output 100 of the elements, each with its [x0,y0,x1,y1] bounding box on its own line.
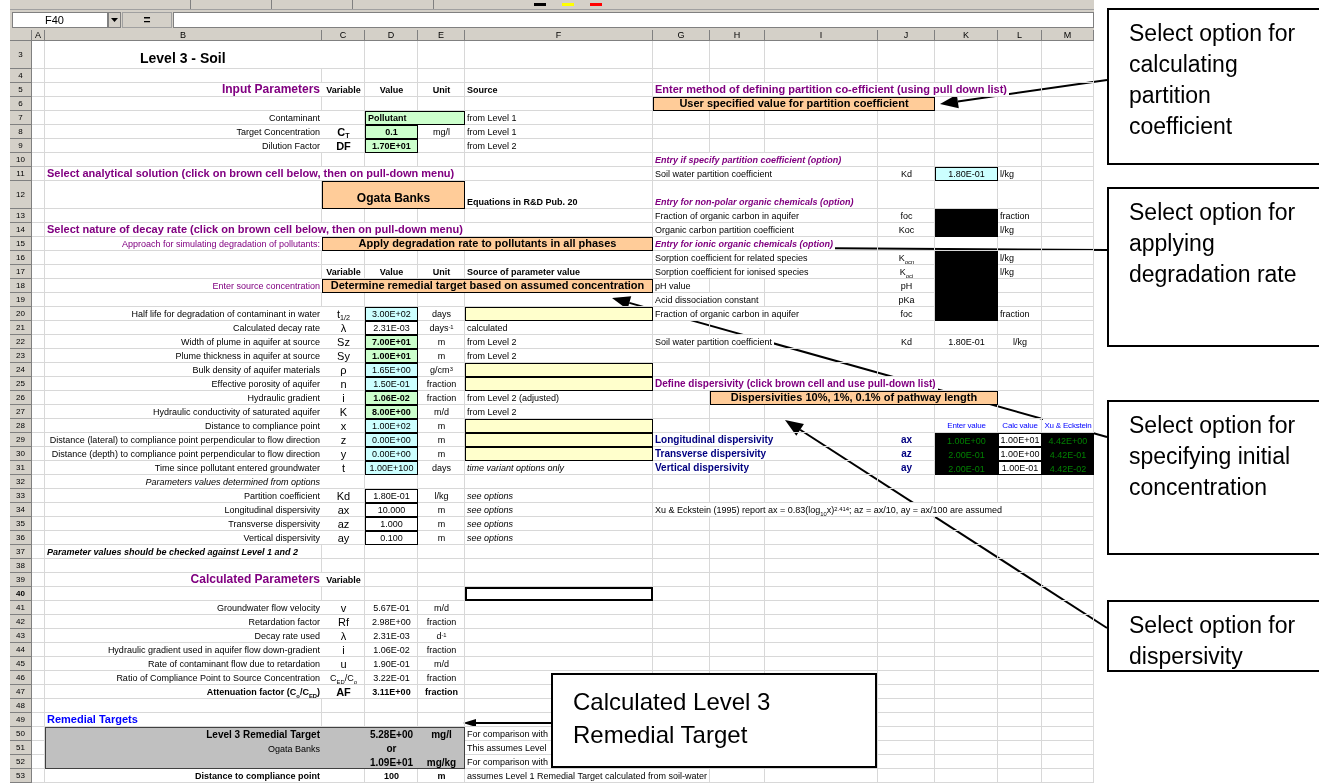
input-cell[interactable]: 1.00E+100 [365,461,418,475]
table-cell: from Level 1 [465,111,519,124]
target-value: or [385,742,398,755]
column-header[interactable]: J [878,30,935,41]
row-header[interactable]: 9 [10,139,32,153]
formula-field[interactable] [173,12,1094,28]
input-cell[interactable]: 1.00E+02 [365,419,418,433]
row-header[interactable]: 31 [10,461,32,475]
table-cell: C$_{ED}$/C$_{o}$ [328,671,359,684]
input-cell[interactable]: 1.50E-01 [365,377,418,391]
row-header[interactable]: 40 [10,587,32,601]
row-header[interactable]: 50 [10,727,32,741]
row-header[interactable]: 12 [10,181,32,209]
row-header[interactable]: 23 [10,349,32,363]
row-header[interactable]: 36 [10,531,32,545]
line-color-icon[interactable] [534,3,546,6]
row-header[interactable]: 52 [10,755,32,769]
variable-symbol: t$_{1/2}$ [335,307,352,320]
dropdown-cell[interactable]: User specified value for partition coefficient [653,97,935,111]
row-header[interactable]: 39 [10,573,32,587]
parameter-label: Hydraulic gradient [245,391,322,404]
row-header[interactable]: 25 [10,377,32,391]
fill-color-icon[interactable] [562,3,574,6]
parameter-label: Vertical dispersivity [653,461,751,474]
row-header[interactable]: 35 [10,517,32,531]
row-header[interactable]: 49 [10,713,32,727]
row-header[interactable]: 8 [10,125,32,139]
row-header[interactable]: 7 [10,111,32,125]
input-cell[interactable]: 0.00E+00 [365,433,418,447]
row-header[interactable]: 20 [10,307,32,321]
row-header[interactable]: 11 [10,167,32,181]
row-header[interactable]: 51 [10,741,32,755]
input-cell[interactable]: 1.80E-01 [935,167,998,181]
dropdown-cell[interactable]: Ogata Banks [322,181,465,209]
select-all-button[interactable] [10,30,32,41]
row-header[interactable]: 5 [10,83,32,97]
row-header[interactable]: 15 [10,237,32,251]
input-cell[interactable]: 3.00E+02 [365,307,418,321]
formula-button[interactable]: = [122,12,172,28]
row-header[interactable]: 19 [10,293,32,307]
column-header[interactable]: A [32,30,45,41]
row-header[interactable]: 42 [10,615,32,629]
row-header[interactable]: 22 [10,335,32,349]
row-header[interactable]: 13 [10,209,32,223]
column-heading: Variable [324,265,363,278]
row-header[interactable]: 47 [10,685,32,699]
selected-cell[interactable] [465,587,653,601]
row-header[interactable]: 18 [10,279,32,293]
dropdown-cell[interactable]: Apply degradation rate to pollutants in all phases [322,237,653,251]
row-header[interactable]: 46 [10,671,32,685]
column-header[interactable]: M [1042,30,1094,41]
row-header[interactable]: 17 [10,265,32,279]
column-header[interactable]: G [653,30,710,41]
row-header[interactable]: 34 [10,503,32,517]
row-header[interactable]: 21 [10,321,32,335]
empty-input-cell[interactable] [465,419,653,433]
row-header[interactable]: 24 [10,363,32,377]
table-cell: fraction [424,377,459,390]
row-header[interactable]: 43 [10,629,32,643]
column-header[interactable]: E [418,30,465,41]
row-header[interactable]: 30 [10,447,32,461]
column-header[interactable]: C [322,30,365,41]
row-header[interactable]: 41 [10,601,32,615]
row-header[interactable]: 29 [10,433,32,447]
row-header[interactable]: 16 [10,251,32,265]
input-cell[interactable]: 1.65E+00 [365,363,418,377]
dropdown-cell[interactable]: Dispersivities 10%, 1%, 0.1% of pathway length [710,391,998,405]
row-header[interactable]: 27 [10,405,32,419]
row-header[interactable]: 26 [10,391,32,405]
row-header[interactable]: 3 [10,41,32,69]
column-header[interactable]: L [998,30,1042,41]
row-header[interactable]: 28 [10,419,32,433]
name-box[interactable]: F40 [12,12,108,28]
row-header[interactable]: 14 [10,223,32,237]
row-header[interactable]: 53 [10,769,32,783]
row-header[interactable]: 6 [10,97,32,111]
dropdown-button[interactable] [108,12,121,28]
table-cell: fraction [424,615,459,628]
column-header[interactable]: I [765,30,878,41]
row-header[interactable]: 37 [10,545,32,559]
row-header[interactable]: 44 [10,643,32,657]
input-cell[interactable]: 0.00E+00 [365,447,418,461]
column-header[interactable]: D [365,30,418,41]
row-header[interactable]: 10 [10,153,32,167]
callout-box: Calculated Level 3 Remedial Target [551,673,877,768]
row-header[interactable]: 33 [10,489,32,503]
row-header[interactable]: 38 [10,559,32,573]
table-cell: see options [465,489,516,502]
row-header[interactable]: 48 [10,699,32,713]
empty-input-cell[interactable] [465,363,653,377]
column-header[interactable]: K [935,30,998,41]
column-header[interactable]: F [465,30,653,41]
row-header[interactable]: 32 [10,475,32,489]
column-header[interactable]: B [45,30,322,41]
row-header[interactable]: 4 [10,69,32,83]
column-header[interactable]: H [710,30,765,41]
instruction-heading: Select analytical solution (click on brown cell below, then on pull-down menu) [45,167,457,180]
row-header[interactable]: 45 [10,657,32,671]
dropdown-cell[interactable]: Determine remedial target based on assumed concentration [322,279,653,293]
font-color-icon[interactable] [590,3,602,6]
